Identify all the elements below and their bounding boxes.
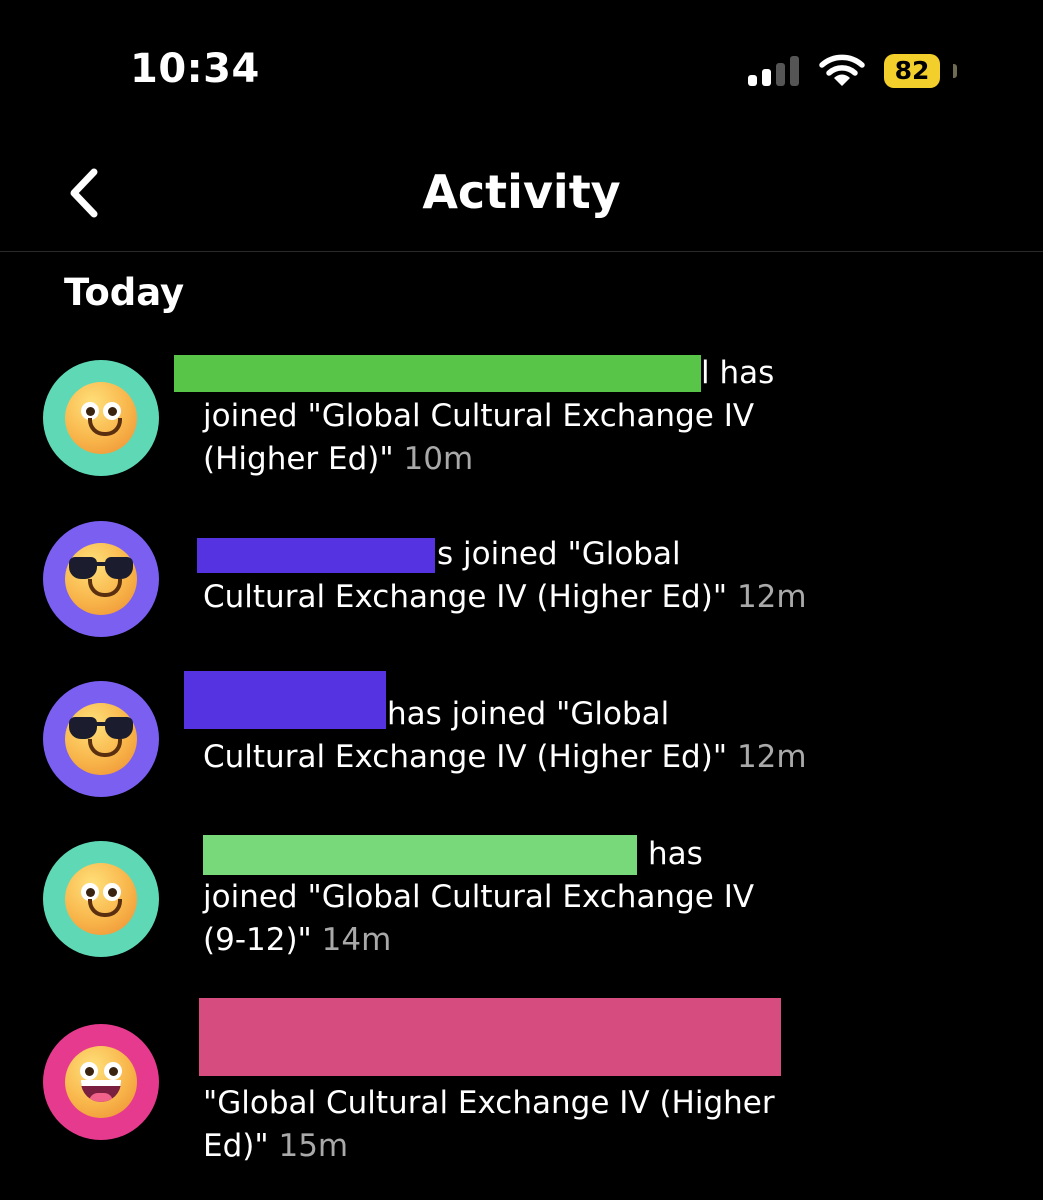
activity-time: 12m — [736, 739, 807, 775]
grinning-face-icon — [65, 1046, 137, 1118]
slightly-smiling-face-icon — [65, 863, 137, 935]
activity-text: "Global Cultural Exchange IV (Higher Ed)… — [203, 1085, 775, 1164]
activity-text: l has joined "Global Cultural Exchange I… — [203, 355, 775, 477]
avatar — [43, 521, 159, 637]
avatar — [43, 360, 159, 476]
activity-time: 14m — [321, 922, 392, 958]
header-divider — [0, 251, 1043, 252]
avatar — [43, 1024, 159, 1140]
section-title-today: Today — [64, 271, 185, 314]
smiling-face-with-sunglasses-icon — [65, 703, 137, 775]
battery-tip — [953, 64, 957, 78]
activity-text: has joined "Global Cultural Exchange IV … — [203, 696, 807, 775]
activity-text: s joined "Global Cultural Exchange IV (H… — [203, 536, 807, 615]
status-time: 10:34 — [130, 46, 260, 92]
slightly-smiling-face-icon — [65, 382, 137, 454]
activity-time: 10m — [403, 441, 474, 477]
activity-item[interactable]: has joined "Global Cultural Exchange IV … — [0, 671, 1043, 848]
activity-item[interactable]: s joined "Global Cultural Exchange IV (H… — [0, 521, 1043, 688]
avatar — [43, 681, 159, 797]
activity-text: has joined "Global Cultural Exchange IV … — [203, 836, 755, 958]
smiling-face-with-sunglasses-icon — [65, 543, 137, 615]
activity-item[interactable]: l has joined "Global Cultural Exchange I… — [0, 352, 1043, 507]
activity-time: 15m — [278, 1128, 349, 1164]
wifi-icon — [819, 54, 865, 86]
activity-item[interactable]: "Global Cultural Exchange IV (Higher Ed)… — [0, 996, 1043, 1164]
activity-item[interactable]: has joined "Global Cultural Exchange IV … — [0, 833, 1043, 988]
activity-time: 12m — [736, 579, 807, 615]
redacted-username — [199, 998, 781, 1076]
battery-icon: 82 — [884, 54, 940, 88]
page-title: Activity — [422, 165, 621, 219]
cellular-signal-icon — [748, 56, 800, 86]
avatar — [43, 841, 159, 957]
